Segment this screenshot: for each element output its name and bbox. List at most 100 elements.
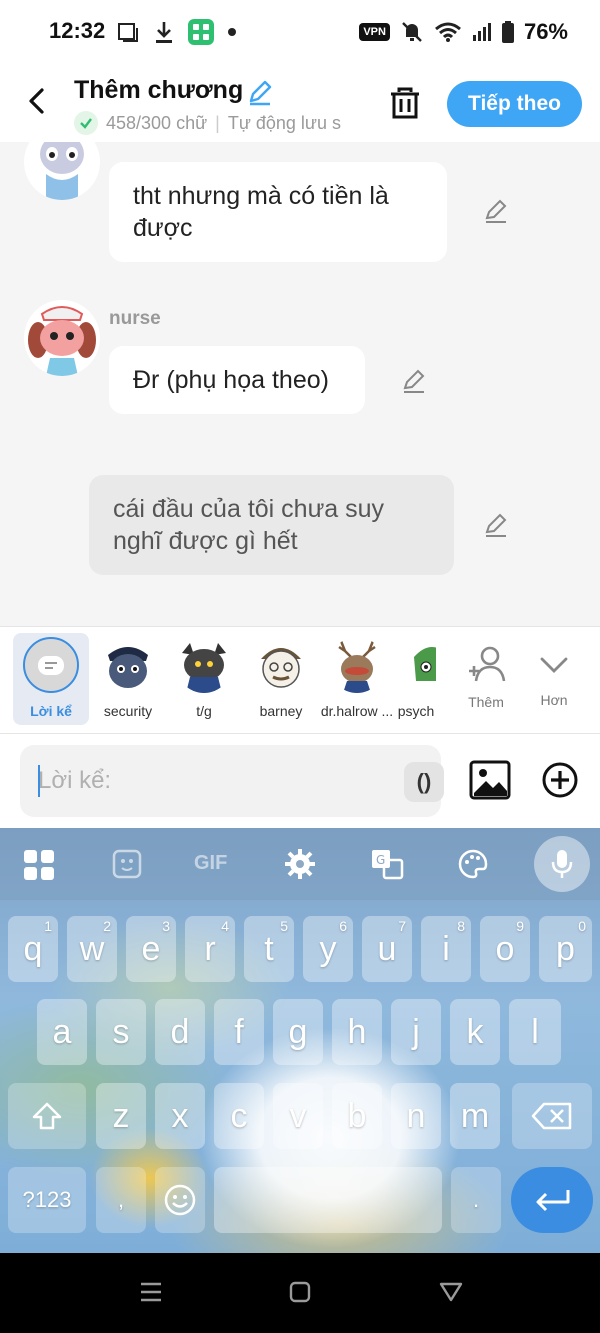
key-z[interactable]: z [96, 1083, 146, 1149]
key-hint: 4 [221, 918, 229, 934]
character-drhalrow[interactable]: dr.halrow ... [319, 633, 395, 725]
key-s[interactable]: s [96, 999, 146, 1065]
symbols-key[interactable]: ?123 [8, 1167, 86, 1233]
battery-icon [501, 21, 514, 43]
key-a[interactable]: a [37, 999, 87, 1065]
key-hint: 7 [398, 918, 406, 934]
key-y[interactable]: y6 [303, 916, 353, 982]
key-comma[interactable]: , [96, 1167, 146, 1233]
back-arrow-icon[interactable] [22, 86, 52, 116]
narration-input[interactable] [38, 765, 368, 797]
key-char: u [377, 929, 397, 968]
key-g[interactable]: g [273, 999, 323, 1065]
key-j[interactable]: j [391, 999, 441, 1065]
menu-icon[interactable] [139, 1281, 163, 1303]
enter-key[interactable] [511, 1167, 593, 1233]
edit-message-icon[interactable] [483, 512, 509, 538]
add-character-button[interactable]: Thêm [448, 633, 524, 725]
key-k[interactable]: k [450, 999, 500, 1065]
key-char: i [442, 929, 450, 968]
character-label: barney [259, 703, 303, 719]
avatar [253, 637, 309, 693]
sticker-icon[interactable] [111, 848, 143, 880]
key-char: t [264, 929, 274, 968]
key-p[interactable]: p0 [539, 916, 592, 982]
key-char: e [141, 929, 161, 968]
status-time: 12:32 [49, 18, 106, 43]
gif-button[interactable]: GIF [194, 852, 227, 875]
key-t[interactable]: t5 [244, 916, 294, 982]
emoji-icon [164, 1184, 196, 1216]
back-triangle-icon[interactable] [439, 1281, 463, 1303]
trash-icon[interactable] [388, 86, 422, 120]
edit-message-icon[interactable] [483, 198, 509, 224]
key-char: d [170, 1012, 190, 1051]
key-hint: 6 [339, 918, 347, 934]
key-n[interactable]: n [391, 1083, 441, 1149]
key-l[interactable]: l [509, 999, 561, 1065]
backspace-key[interactable] [512, 1083, 592, 1149]
key-u[interactable]: u7 [362, 916, 412, 982]
word-count: 458/300 chữ [106, 112, 208, 133]
key-c[interactable]: c [214, 1083, 264, 1149]
key-d[interactable]: d [155, 999, 205, 1065]
composer: () [0, 734, 600, 828]
key-m[interactable]: m [450, 1083, 500, 1149]
key-char: w [79, 929, 105, 968]
key-q[interactable]: q1 [8, 916, 58, 982]
message-bubble[interactable]: Đr (phụ họa theo) [109, 346, 365, 414]
key-char: y [319, 929, 337, 968]
character-narrator[interactable]: Lời kể [13, 633, 89, 725]
app-grid-icon [188, 19, 214, 45]
key-b[interactable]: b [332, 1083, 382, 1149]
key-r[interactable]: r4 [185, 916, 235, 982]
key-f[interactable]: f [214, 999, 264, 1065]
key-x[interactable]: x [155, 1083, 205, 1149]
character-label: psych [397, 703, 435, 719]
key-char: v [289, 1096, 307, 1135]
edit-message-icon[interactable] [401, 368, 427, 394]
edit-title-icon[interactable] [246, 78, 274, 106]
backspace-icon [531, 1102, 572, 1130]
character-label: t/g [196, 703, 212, 719]
character-barney[interactable]: barney [243, 633, 319, 725]
emoji-key[interactable] [155, 1167, 205, 1233]
key-char: a [52, 1012, 72, 1051]
chat-area: tht nhưng mà có tiền là được nurse Đr (p… [0, 142, 600, 626]
status-right-icons: VPN 76% [359, 19, 568, 45]
key-i[interactable]: i8 [421, 916, 471, 982]
character-security[interactable]: security [90, 633, 166, 725]
palette-icon[interactable] [457, 848, 489, 880]
gear-icon[interactable] [284, 848, 316, 880]
translate-icon[interactable]: G [370, 848, 404, 880]
key-hint: 0 [578, 918, 586, 934]
message-bubble[interactable]: tht nhưng mà có tiền là được [109, 162, 447, 262]
speaker-name: nurse [109, 308, 161, 329]
key-w[interactable]: w2 [67, 916, 117, 982]
more-label: Hơn [540, 692, 568, 708]
key-h[interactable]: h [332, 999, 382, 1065]
next-button[interactable]: Tiếp theo [447, 81, 582, 127]
key-o[interactable]: o9 [480, 916, 530, 982]
key-char: m [460, 1096, 490, 1135]
plus-circle-icon[interactable] [541, 761, 579, 799]
key-e[interactable]: e3 [126, 916, 176, 982]
key-hint: 8 [457, 918, 465, 934]
space-key[interactable] [214, 1167, 442, 1233]
text-caret [38, 765, 40, 797]
apps-grid-icon[interactable] [22, 848, 56, 882]
parenthesis-button[interactable]: () [404, 762, 444, 802]
home-icon[interactable] [289, 1281, 311, 1303]
image-icon[interactable] [469, 760, 511, 800]
voice-input-button[interactable] [534, 836, 590, 892]
character-tg[interactable]: t/g [166, 633, 242, 725]
character-psych[interactable]: psych [396, 633, 436, 725]
key-v[interactable]: v [273, 1083, 323, 1149]
narration-bubble[interactable]: cái đầu của tôi chưa suy nghĩ được gì hế… [89, 475, 454, 575]
mute-icon [402, 22, 422, 42]
more-characters-button[interactable]: Hơn [516, 633, 592, 725]
shift-key[interactable] [8, 1083, 86, 1149]
key-period[interactable]: . [451, 1167, 501, 1233]
key-char: r [204, 929, 216, 968]
download-icon [156, 22, 172, 43]
